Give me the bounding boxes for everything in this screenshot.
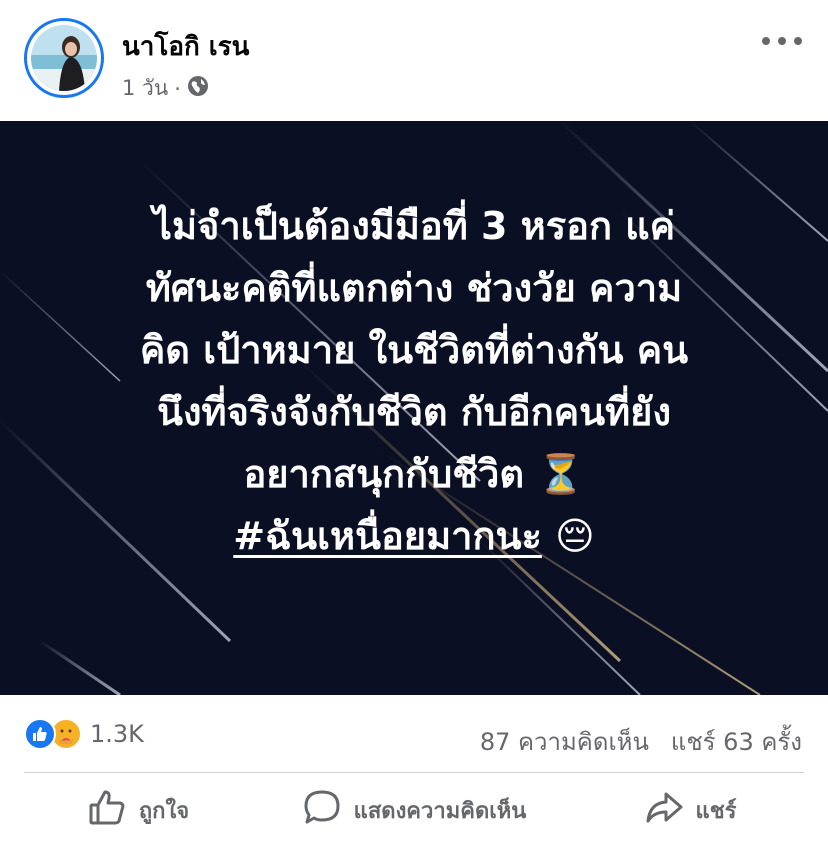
avatar[interactable] bbox=[24, 18, 104, 98]
text-line: คิด เป้าหมาย ในชีวิตที่ต่างกัน คน bbox=[139, 328, 689, 372]
reaction-count: 1.3K bbox=[90, 720, 144, 748]
text-line: ไม่จำเป็นต้องมีมือที่ 3 หรอก แค่ bbox=[152, 204, 676, 248]
engagement-counts: 87 ความคิดเห็น แชร์ 63 ครั้ง bbox=[480, 722, 802, 761]
comment-button[interactable]: แสดงความคิดเห็น bbox=[276, 780, 552, 841]
globe-icon bbox=[187, 75, 209, 102]
meta-separator: · bbox=[174, 76, 181, 101]
share-label: แชร์ bbox=[695, 799, 737, 824]
share-button[interactable]: แชร์ bbox=[552, 780, 828, 841]
like-button[interactable]: ถูกใจ bbox=[0, 780, 276, 841]
author-name[interactable]: นาโอกิ เรน bbox=[122, 26, 249, 67]
text-line: นึงที่จริงจังกับชีวิต กับอีกคนที่ยัง bbox=[156, 390, 672, 434]
post-header: นาโอกิ เรน 1 วัน · bbox=[0, 0, 828, 120]
comment-count[interactable]: 87 ความคิดเห็น bbox=[480, 722, 649, 761]
post-time[interactable]: 1 วัน bbox=[122, 72, 168, 105]
comment-bubble-icon bbox=[302, 788, 342, 834]
post-image-text: ไม่จำเป็นต้องมีมือที่ 3 หรอก แค่ ทัศนะคต… bbox=[0, 195, 828, 567]
share-count[interactable]: แชร์ 63 ครั้ง bbox=[671, 722, 802, 761]
like-icon bbox=[24, 718, 56, 750]
post-image[interactable]: ไม่จำเป็นต้องมีมือที่ 3 หรอก แค่ ทัศนะคต… bbox=[0, 121, 828, 695]
text-line: อยากสนุกกับชีวิต ⏳ bbox=[243, 452, 585, 496]
more-options-icon[interactable] bbox=[762, 30, 802, 52]
pensive-face-icon: 😔 bbox=[555, 514, 595, 558]
share-arrow-icon bbox=[644, 788, 684, 834]
thumbs-up-icon bbox=[87, 788, 127, 834]
post-stats: 1.3K 87 ความคิดเห็น แชร์ 63 ครั้ง bbox=[0, 700, 828, 772]
divider bbox=[24, 772, 804, 773]
avatar-photo bbox=[31, 25, 97, 91]
post-meta: 1 วัน · bbox=[122, 72, 209, 105]
post-actions: ถูกใจ แสดงความคิดเห็น แชร์ bbox=[0, 780, 828, 841]
comment-label: แสดงความคิดเห็น bbox=[353, 799, 527, 824]
reactions-summary[interactable]: 1.3K bbox=[24, 718, 144, 750]
hashtag-line: #ฉันเหนื่อยมากนะ 😔 bbox=[0, 505, 828, 567]
hashtag-link[interactable]: #ฉันเหนื่อยมากนะ bbox=[233, 514, 542, 558]
text-line: ทัศนะคติที่แตกต่าง ช่วงวัย ความ bbox=[145, 266, 683, 310]
like-label: ถูกใจ bbox=[138, 799, 190, 824]
